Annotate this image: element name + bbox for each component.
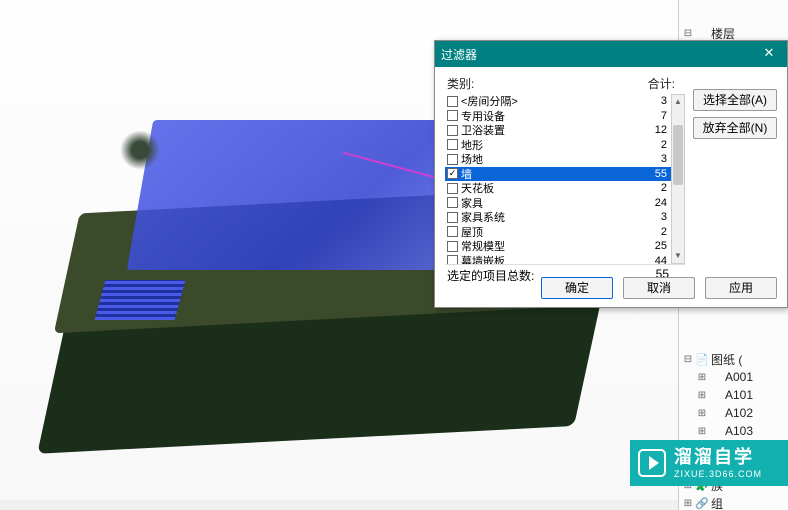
row-count: 3 bbox=[637, 153, 669, 165]
row-checkbox[interactable] bbox=[447, 226, 458, 237]
dialog-title: 过滤器 bbox=[441, 46, 757, 63]
tree-toggle-icon[interactable]: ⊟ bbox=[683, 354, 693, 365]
row-count: 24 bbox=[637, 197, 669, 209]
category-row[interactable]: ✓墙55 bbox=[445, 167, 671, 182]
building-panel bbox=[95, 280, 186, 320]
close-icon[interactable]: ✕ bbox=[757, 44, 781, 64]
tree-toggle-icon[interactable]: ⊞ bbox=[697, 372, 707, 383]
select-all-button[interactable]: 选择全部(A) bbox=[693, 89, 777, 111]
tree-label: 楼层 bbox=[711, 25, 735, 42]
row-checkbox[interactable] bbox=[447, 125, 458, 136]
category-row[interactable]: 家具系统3 bbox=[445, 210, 671, 225]
category-row[interactable]: 卫浴装置12 bbox=[445, 123, 671, 138]
row-checkbox[interactable] bbox=[447, 255, 458, 264]
category-row[interactable]: 幕墙嵌板44 bbox=[445, 254, 671, 265]
tree-label: 图纸 ( bbox=[711, 351, 742, 368]
tree-item[interactable]: ⊞🔗组 bbox=[683, 494, 788, 510]
header-category: 类别: bbox=[447, 75, 639, 92]
tree-toggle-icon[interactable]: ⊞ bbox=[697, 426, 707, 437]
watermark-brand: 溜溜自学 bbox=[674, 448, 762, 466]
row-checkbox[interactable] bbox=[447, 183, 458, 194]
ok-button[interactable]: 确定 bbox=[541, 277, 613, 299]
list-scrollbar[interactable]: ▲ ▼ bbox=[671, 94, 685, 264]
row-checkbox[interactable] bbox=[447, 154, 458, 165]
tree-node-icon: 🔗 bbox=[695, 497, 709, 510]
row-count: 2 bbox=[637, 226, 669, 238]
category-row[interactable]: <房间分隔>3 bbox=[445, 94, 671, 109]
tree-item[interactable]: ⊞ A102 bbox=[683, 404, 788, 422]
row-count: 55 bbox=[637, 168, 669, 180]
dialog-titlebar[interactable]: 过滤器 ✕ bbox=[435, 41, 787, 67]
row-count: 12 bbox=[637, 124, 669, 136]
row-checkbox[interactable] bbox=[447, 212, 458, 223]
tree-toggle-icon[interactable]: ⊞ bbox=[697, 390, 707, 401]
tree-label: 组 bbox=[711, 495, 723, 510]
scroll-down-icon[interactable]: ▼ bbox=[672, 249, 684, 263]
tree-toggle-icon[interactable]: ⊟ bbox=[683, 28, 693, 39]
row-name: 幕墙嵌板 bbox=[461, 253, 637, 264]
row-checkbox[interactable]: ✓ bbox=[447, 168, 458, 179]
category-list-area: 类别: 合计: <房间分隔>3专用设备7卫浴装置12地形2场地3✓墙55天花板2… bbox=[445, 75, 685, 284]
tree-toggle-icon[interactable]: ⊞ bbox=[697, 408, 707, 419]
tree-item[interactable]: ⊟📄图纸 ( bbox=[683, 350, 788, 368]
cancel-button[interactable]: 取消 bbox=[623, 277, 695, 299]
tree-label: A102 bbox=[725, 406, 753, 420]
row-count: 2 bbox=[637, 139, 669, 151]
row-checkbox[interactable] bbox=[447, 197, 458, 208]
tree-item[interactable]: ⊞ A103 bbox=[683, 422, 788, 440]
scroll-thumb[interactable] bbox=[673, 125, 683, 185]
apply-button[interactable]: 应用 bbox=[705, 277, 777, 299]
row-count: 44 bbox=[637, 255, 669, 264]
tree-node-icon: 📄 bbox=[695, 353, 709, 366]
filter-dialog: 过滤器 ✕ 类别: 合计: <房间分隔>3专用设备7卫浴装置12地形2场地3✓墙… bbox=[434, 40, 788, 308]
category-row[interactable]: 场地3 bbox=[445, 152, 671, 167]
category-row[interactable]: 地形2 bbox=[445, 138, 671, 153]
category-row[interactable]: 家具24 bbox=[445, 196, 671, 211]
play-icon bbox=[638, 449, 666, 477]
row-checkbox[interactable] bbox=[447, 139, 458, 150]
row-checkbox[interactable] bbox=[447, 96, 458, 107]
tree-icon bbox=[120, 130, 160, 170]
discard-all-button[interactable]: 放弃全部(N) bbox=[693, 117, 777, 139]
tree-item[interactable]: ⊞ A001 bbox=[683, 368, 788, 386]
row-count: 3 bbox=[637, 211, 669, 223]
watermark-url: ZIXUE.3D66.COM bbox=[674, 470, 762, 479]
category-row[interactable]: 天花板2 bbox=[445, 181, 671, 196]
category-row[interactable]: 常规模型25 bbox=[445, 239, 671, 254]
row-count: 3 bbox=[637, 95, 669, 107]
row-checkbox[interactable] bbox=[447, 110, 458, 121]
row-checkbox[interactable] bbox=[447, 241, 458, 252]
tree-toggle-icon[interactable]: ⊞ bbox=[683, 498, 693, 509]
category-row[interactable]: 屋顶2 bbox=[445, 225, 671, 240]
tree-item[interactable]: ⊞ A101 bbox=[683, 386, 788, 404]
scroll-up-icon[interactable]: ▲ bbox=[672, 95, 684, 109]
tree-label: A101 bbox=[725, 388, 753, 402]
header-total: 合计: bbox=[639, 75, 675, 92]
watermark: 溜溜自学 ZIXUE.3D66.COM bbox=[630, 440, 788, 486]
category-row[interactable]: 专用设备7 bbox=[445, 109, 671, 124]
tree-label: A001 bbox=[725, 370, 753, 384]
row-count: 2 bbox=[637, 182, 669, 194]
category-list[interactable]: <房间分隔>3专用设备7卫浴装置12地形2场地3✓墙55天花板2家具24家具系统… bbox=[445, 94, 685, 264]
tree-label: A103 bbox=[725, 424, 753, 438]
row-count: 25 bbox=[637, 240, 669, 252]
row-count: 7 bbox=[637, 110, 669, 122]
